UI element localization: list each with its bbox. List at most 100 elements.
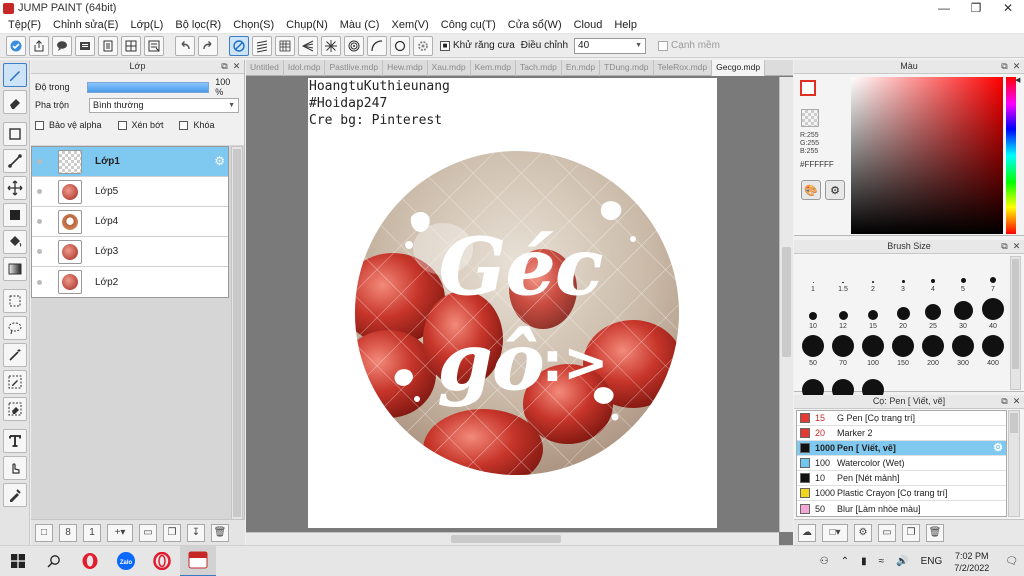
- menu-file[interactable]: Tệp(F): [2, 19, 47, 31]
- fill-rect-icon[interactable]: [3, 203, 27, 227]
- visibility-icon[interactable]: [32, 249, 46, 254]
- brush-size-cell[interactable]: 1: [798, 258, 828, 295]
- popout-icon[interactable]: ⧉: [219, 61, 230, 72]
- menu-filter[interactable]: Bộ lọc(R): [169, 19, 227, 31]
- eraser-icon[interactable]: [3, 90, 27, 114]
- popout-icon[interactable]: ⧉: [999, 61, 1010, 72]
- folder-icon[interactable]: ▭: [878, 523, 896, 542]
- drawing-canvas[interactable]: HoangtuKuthieunang #Hoidap247 Cre bg: Pi…: [308, 78, 717, 528]
- clipping-checkbox[interactable]: [117, 120, 127, 130]
- layer-row[interactable]: Lớp3: [32, 237, 228, 267]
- main-color-swatch[interactable]: [800, 80, 816, 96]
- canvas-horizontal-scrollbar[interactable]: [246, 532, 779, 545]
- list-item[interactable]: 100 Watercolor (Wet): [797, 456, 1006, 471]
- brush-size-cell[interactable]: 10: [798, 295, 828, 332]
- hand-pointer-icon[interactable]: [3, 456, 27, 480]
- snap-checkbox[interactable]: [658, 40, 669, 51]
- cloud-check-icon[interactable]: [6, 35, 26, 56]
- brush-size-cell[interactable]: 300: [948, 332, 978, 369]
- antialias-checkbox[interactable]: ■: [440, 40, 450, 51]
- new-1bit-layer-icon[interactable]: 1: [83, 523, 101, 542]
- bucket-icon[interactable]: [3, 230, 27, 254]
- opera-icon[interactable]: [72, 546, 108, 576]
- duplicate-brush-icon[interactable]: ❐: [902, 523, 920, 542]
- brush-size-cell[interactable]: 7: [978, 258, 1008, 295]
- list-item[interactable]: 20 Marker 2: [797, 426, 1006, 441]
- people-icon[interactable]: ⚇: [820, 556, 829, 567]
- brush-size-cell[interactable]: 30: [948, 295, 978, 332]
- list-item[interactable]: 50 Blur [Làm nhòe màu]: [797, 501, 1006, 516]
- list-item[interactable]: 10 Pen [Nét mảnh]: [797, 471, 1006, 486]
- notification-icon[interactable]: 🗨: [1005, 556, 1018, 567]
- brush-size-cell[interactable]: 20: [888, 295, 918, 332]
- menu-layer[interactable]: Lớp(L): [124, 19, 169, 31]
- page-icon[interactable]: [98, 35, 118, 56]
- brush-size-cell[interactable]: 70: [828, 332, 858, 369]
- folder-icon[interactable]: ▭: [139, 523, 157, 542]
- trash-icon[interactable]: 🗑: [211, 523, 229, 542]
- brush-size-cell[interactable]: 40: [978, 295, 1008, 332]
- perspective-ruler-icon[interactable]: [298, 35, 318, 56]
- tab-en[interactable]: En.mdp: [562, 60, 601, 76]
- gear-icon[interactable]: ⚙: [214, 155, 225, 167]
- hue-pointer-icon[interactable]: ◀: [1015, 76, 1020, 84]
- close-panel-icon[interactable]: ✕: [1011, 241, 1022, 252]
- volume-icon[interactable]: 🔊: [896, 556, 908, 567]
- cloud-download-icon[interactable]: ☁: [798, 523, 816, 542]
- brush-size-cell[interactable]: 200: [918, 332, 948, 369]
- redo-icon[interactable]: [198, 35, 218, 56]
- duplicate-layer-icon[interactable]: ❐: [163, 523, 181, 542]
- layer-row[interactable]: Lớp5: [32, 177, 228, 207]
- rectangle-shape-icon[interactable]: [3, 122, 27, 146]
- popout-icon[interactable]: ⧉: [999, 241, 1010, 252]
- tab-tdung[interactable]: TDung.mdp: [600, 60, 654, 76]
- add-layer-menu-icon[interactable]: +▾: [107, 523, 133, 542]
- visibility-icon[interactable]: [32, 279, 46, 285]
- brush-size-cell[interactable]: 400: [978, 332, 1008, 369]
- brush-size-cell[interactable]: 12: [828, 295, 858, 332]
- curve-ruler-icon[interactable]: [367, 35, 387, 56]
- new-8bit-layer-icon[interactable]: 8: [59, 523, 77, 542]
- select-pen-icon[interactable]: [3, 370, 27, 394]
- tab-gecgo[interactable]: Gecgo.mdp: [712, 60, 766, 76]
- menu-help[interactable]: Help: [608, 19, 643, 31]
- tab-hew[interactable]: Hew.mdp: [383, 60, 428, 76]
- export-icon[interactable]: [29, 35, 49, 56]
- ruler-off-icon[interactable]: [229, 35, 249, 56]
- close-panel-icon[interactable]: ✕: [231, 61, 242, 72]
- maximize-icon[interactable]: ❐: [960, 0, 992, 16]
- opacity-slider[interactable]: [87, 81, 210, 93]
- list-item[interactable]: 15 G Pen [Cọ trang trí]: [797, 411, 1006, 426]
- caption-icon[interactable]: [75, 35, 95, 56]
- close-icon[interactable]: ✕: [992, 0, 1024, 16]
- parallel-ruler-icon[interactable]: [252, 35, 272, 56]
- layer-scrollbar[interactable]: [231, 146, 243, 520]
- menu-tools[interactable]: Công cụ(T): [435, 19, 502, 31]
- lock-checkbox[interactable]: [179, 120, 189, 130]
- menu-cloud[interactable]: Cloud: [568, 19, 609, 31]
- visibility-icon[interactable]: [32, 219, 46, 224]
- close-panel-icon[interactable]: ✕: [1011, 396, 1022, 407]
- windows-start-icon[interactable]: [0, 546, 36, 576]
- menu-capture[interactable]: Chụp(N): [280, 19, 334, 31]
- layer-row[interactable]: Lớp2: [32, 267, 228, 297]
- brush-size-cell[interactable]: 15: [858, 295, 888, 332]
- settings-grid-icon[interactable]: [144, 35, 164, 56]
- protect-alpha-checkbox[interactable]: [35, 120, 44, 130]
- brush-size-cell[interactable]: 5: [948, 258, 978, 295]
- brush-scrollbar[interactable]: [1010, 256, 1021, 390]
- grid-ruler-icon[interactable]: [275, 35, 295, 56]
- brush-size-cell[interactable]: 25: [918, 295, 948, 332]
- saturation-value-picker[interactable]: [851, 77, 1003, 234]
- brush-size-cell[interactable]: 2: [858, 258, 888, 295]
- brush-size-cell[interactable]: 100: [858, 332, 888, 369]
- brush-size-cell[interactable]: 4: [918, 258, 948, 295]
- tab-xau[interactable]: Xau.mdp: [428, 60, 471, 76]
- battery-icon[interactable]: ▮: [861, 556, 867, 567]
- menu-view[interactable]: Xem(V): [385, 19, 434, 31]
- brush-size-cell[interactable]: 1.5: [828, 258, 858, 295]
- rect-select-icon[interactable]: [3, 289, 27, 313]
- jump-paint-taskbar-icon[interactable]: [180, 545, 216, 576]
- hue-slider[interactable]: [1006, 77, 1016, 234]
- lasso-icon[interactable]: [3, 316, 27, 340]
